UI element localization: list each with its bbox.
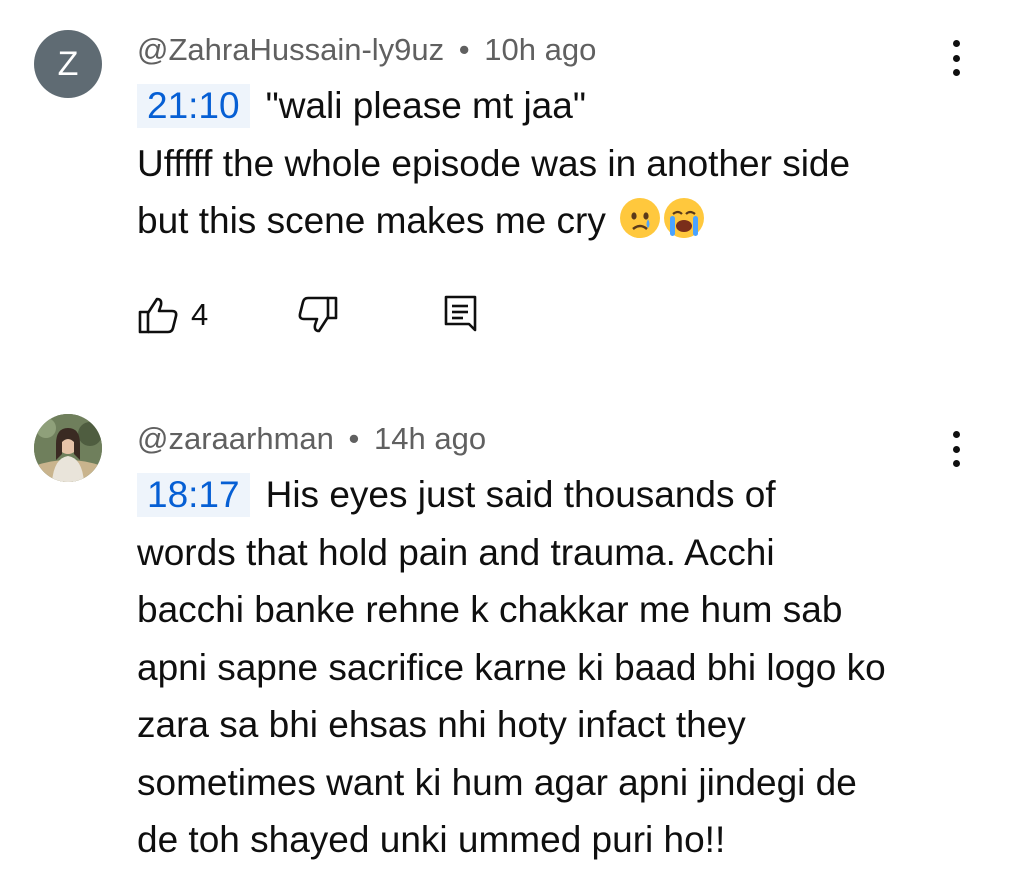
timestamp-link[interactable]: 21:10: [137, 84, 250, 128]
comment-meta: @zaraarhman • 14h ago: [137, 419, 486, 459]
comment-line: Ufffff the whole episode was in another …: [137, 142, 851, 184]
reply-button[interactable]: [443, 293, 479, 337]
thumbs-down-icon: [298, 296, 338, 333]
comment-line-text: "wali please mt jaa": [265, 85, 586, 126]
comment-line: words that hold pain and trauma. Acchi: [137, 531, 775, 573]
comment-time: 14h ago: [374, 421, 487, 456]
comment-line: zara sa bhi ehsas nhi hoty infact they: [137, 704, 746, 745]
avatar[interactable]: [34, 414, 102, 482]
comment-line: apni sapne sacrifice karne ki baad bhi l…: [137, 646, 886, 688]
comment-line: but this scene makes me cry: [137, 192, 977, 250]
comment-text: 18:17 His eyes just said thousands of wor…: [137, 466, 977, 869]
comment-time: 10h ago: [484, 32, 597, 67]
avatar[interactable]: Z: [34, 30, 102, 98]
like-button[interactable]: 4: [137, 293, 208, 337]
author-handle[interactable]: @zaraarhman: [137, 421, 334, 456]
comment-line-text: but this scene makes me cry: [137, 200, 606, 241]
meta-separator: •: [348, 421, 360, 456]
timestamp-link[interactable]: 18:17: [137, 473, 250, 517]
loudly-crying-face-emoji: [664, 198, 705, 238]
reply-icon: [444, 295, 477, 332]
comment-actions: 4: [137, 293, 497, 337]
comment-line: 21:10 "wali please mt jaa": [137, 77, 977, 135]
more-vert-icon[interactable]: [941, 36, 971, 80]
crying-face-emoji: [620, 198, 661, 238]
comment-line: de toh shayed unki ummed puri ho!!: [137, 819, 726, 860]
author-handle[interactable]: @ZahraHussain-ly9uz: [137, 32, 444, 67]
comment-line: bacchi banke rehne k chakkar me hum sab: [137, 589, 843, 630]
like-count: 4: [191, 297, 209, 332]
more-vert-icon[interactable]: [941, 427, 971, 471]
meta-separator: •: [458, 32, 470, 67]
dislike-button[interactable]: [297, 293, 339, 337]
comment-line: sometimes want ki hum agar apni jindegi …: [137, 761, 857, 803]
thumbs-up-icon: [138, 297, 178, 334]
comment-line: 18:17 His eyes just said thousands of: [137, 466, 977, 524]
comment-meta: @ZahraHussain-ly9uz • 10h ago: [137, 30, 596, 70]
comment-text: 21:10 "wali please mt jaa" Ufffff the who…: [137, 77, 977, 250]
comment-line-text: His eyes just said thousands of: [265, 474, 776, 515]
